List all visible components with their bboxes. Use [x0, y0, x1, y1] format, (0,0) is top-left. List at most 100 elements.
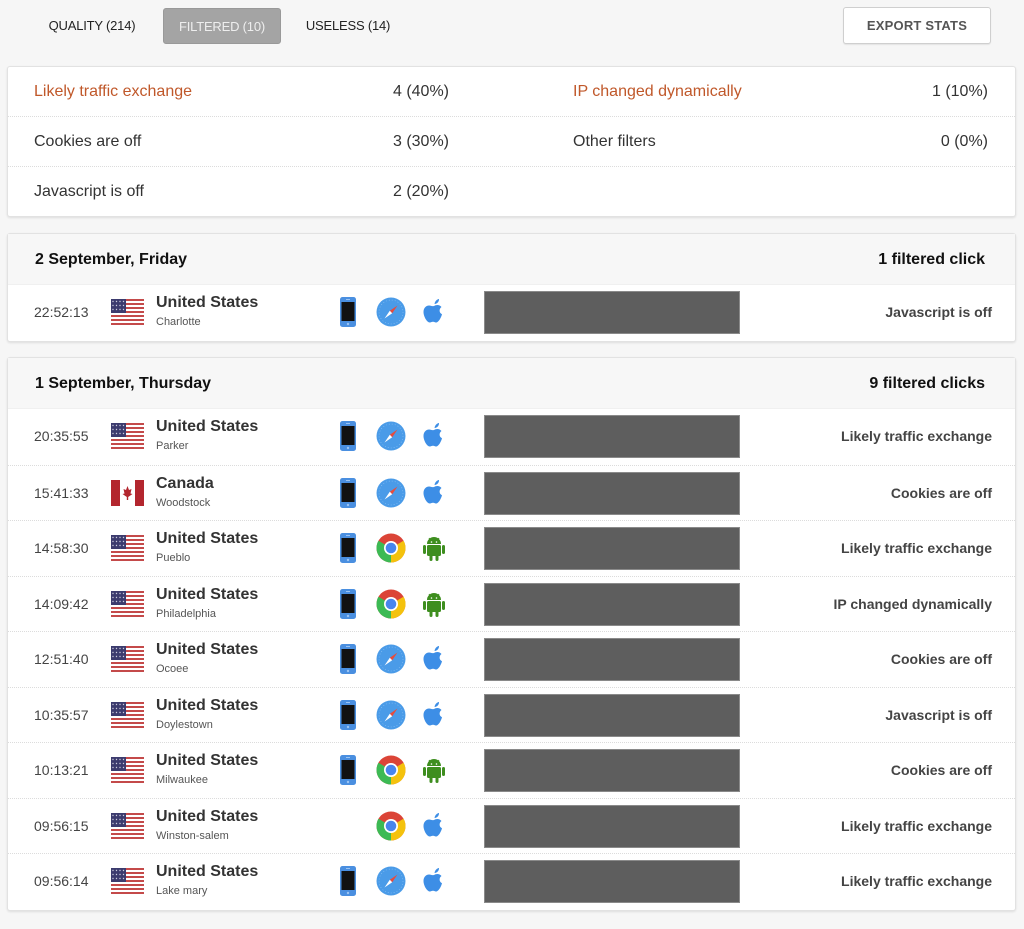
- summary-value: 3 (30%): [392, 133, 449, 150]
- safari-icon: [376, 297, 406, 327]
- click-row[interactable]: 20:35:55 United States Parker Likely tra…: [8, 409, 1015, 464]
- mobile-phone-icon: [340, 533, 356, 563]
- redacted-block: [484, 804, 740, 848]
- filter-reason: Likely traffic exchange: [841, 817, 992, 834]
- click-row[interactable]: 10:13:21 United States Milwaukee Cookies…: [8, 742, 1015, 797]
- android-icon: [421, 533, 447, 563]
- mobile-phone-icon: [340, 644, 356, 674]
- click-city: Charlotte: [156, 316, 201, 328]
- click-row[interactable]: 10:35:57 United States Doylestown Javasc…: [8, 686, 1015, 742]
- summary-value: 2 (20%): [392, 183, 449, 200]
- filter-reason: Cookies are off: [890, 484, 992, 501]
- click-row[interactable]: 12:51:40 United States Ocoee Cookies are…: [8, 631, 1015, 686]
- summary-row-javascript: Javascript is off 2 (20%): [8, 167, 1015, 217]
- day-header: 2 September, Friday 1 filtered click: [8, 234, 1015, 285]
- mobile-phone-icon: [340, 421, 356, 451]
- apple-icon: [421, 421, 447, 451]
- click-row[interactable]: 15:41:33 Canada Woodstock Cookies are of…: [8, 464, 1015, 520]
- click-country: United States: [156, 641, 259, 658]
- day-card: 2 September, Friday 1 filtered click 22:…: [7, 233, 1016, 342]
- export-stats-button[interactable]: EXPORT STATS: [843, 7, 991, 44]
- click-row[interactable]: 14:58:30 United States Pueblo Likely tra…: [8, 520, 1015, 575]
- us-flag-icon: [111, 646, 144, 672]
- android-icon: [421, 589, 447, 619]
- summary-label: Other filters: [573, 133, 656, 150]
- summary-value: 0 (0%): [940, 133, 988, 150]
- summary-label: Javascript is off: [34, 183, 144, 200]
- mobile-phone-icon: [340, 755, 356, 785]
- click-time: 20:35:55: [34, 428, 89, 444]
- us-flag-icon: [111, 701, 144, 728]
- top-bar: QUALITY (214) FILTERED (10) USELESS (14)…: [0, 0, 1024, 56]
- mobile-phone-icon: [340, 297, 356, 327]
- apple-icon: [421, 297, 447, 327]
- redacted-block: [484, 415, 740, 458]
- apple-icon: [421, 478, 447, 508]
- click-time: 12:51:40: [34, 651, 89, 667]
- tab-filtered[interactable]: FILTERED (10): [163, 8, 281, 44]
- mobile-phone-icon: [340, 588, 356, 619]
- apple-icon: [421, 811, 447, 841]
- click-city: Pueblo: [156, 552, 191, 564]
- summary-value: 4 (40%): [392, 83, 449, 100]
- filter-reason: Likely traffic exchange: [841, 540, 992, 556]
- click-country: United States: [156, 530, 259, 547]
- us-flag-icon: [111, 299, 144, 325]
- apple-icon: [421, 644, 447, 674]
- us-flag-icon: [111, 757, 144, 783]
- filter-reason: IP changed dynamically: [833, 595, 992, 612]
- us-flag-icon: [111, 423, 144, 449]
- chrome-icon: [376, 755, 406, 785]
- redacted-block: [484, 638, 740, 681]
- click-row[interactable]: 14:09:42 United States Philadelphia IP c…: [8, 575, 1015, 631]
- click-country: United States: [156, 863, 259, 880]
- safari-icon: [376, 700, 406, 730]
- filter-reason: Likely traffic exchange: [841, 873, 992, 889]
- us-flag-icon: [111, 590, 144, 617]
- redacted-block: [484, 693, 740, 737]
- safari-icon: [376, 478, 406, 508]
- click-city: Lake mary: [156, 885, 208, 897]
- chrome-icon: [376, 589, 406, 619]
- day-click-count: 9 filtered clicks: [869, 375, 985, 392]
- safari-icon: [376, 644, 406, 674]
- click-city: Winston-salem: [156, 829, 229, 842]
- redacted-block: [484, 582, 740, 626]
- redacted-block: [484, 291, 740, 334]
- click-time: 09:56:14: [34, 873, 89, 889]
- tab-quality[interactable]: QUALITY (214): [36, 8, 148, 44]
- day-click-count: 1 filtered click: [878, 251, 985, 268]
- chrome-icon: [376, 811, 406, 841]
- day-title: 1 September, Thursday: [35, 375, 212, 392]
- click-country: United States: [156, 752, 259, 769]
- empty-icon: [340, 811, 356, 841]
- click-time: 10:35:57: [34, 706, 89, 723]
- summary-row-cookies: Cookies are off 3 (30%) Other filters 0 …: [8, 117, 1015, 167]
- summary-label: Cookies are off: [34, 133, 142, 150]
- click-time: 09:56:15: [34, 817, 89, 834]
- tab-useless[interactable]: USELESS (14): [296, 8, 400, 44]
- click-time: 14:09:42: [34, 595, 89, 612]
- us-flag-icon: [111, 812, 144, 839]
- filter-reason: Javascript is off: [885, 706, 992, 723]
- filter-reason: Cookies are off: [890, 651, 992, 667]
- click-time: 15:41:33: [34, 484, 89, 501]
- click-country: United States: [156, 696, 259, 714]
- summary-label: IP changed dynamically: [573, 83, 742, 100]
- click-country: United States: [156, 418, 259, 435]
- us-flag-icon: [111, 868, 144, 894]
- click-time: 14:58:30: [34, 540, 89, 556]
- us-flag-icon: [111, 535, 144, 561]
- click-row[interactable]: 09:56:14 United States Lake mary Likely …: [8, 853, 1015, 908]
- click-city: Woodstock: [156, 496, 211, 509]
- click-time: 22:52:13: [34, 304, 89, 320]
- summary-label: Likely traffic exchange: [34, 83, 193, 100]
- click-country: Canada: [156, 474, 214, 492]
- click-row[interactable]: 22:52:13 United States Charlotte Javascr…: [8, 285, 1015, 340]
- summary-row-likely-traffic-exchange: Likely traffic exchange 4 (40%) IP chang…: [8, 67, 1015, 117]
- click-country: United States: [156, 585, 259, 603]
- click-row[interactable]: 09:56:15 United States Winston-salem Lik…: [8, 797, 1015, 853]
- day-header: 1 September, Thursday 9 filtered clicks: [8, 358, 1015, 409]
- filter-reason: Cookies are off: [890, 762, 992, 778]
- filter-reason: Likely traffic exchange: [841, 428, 992, 444]
